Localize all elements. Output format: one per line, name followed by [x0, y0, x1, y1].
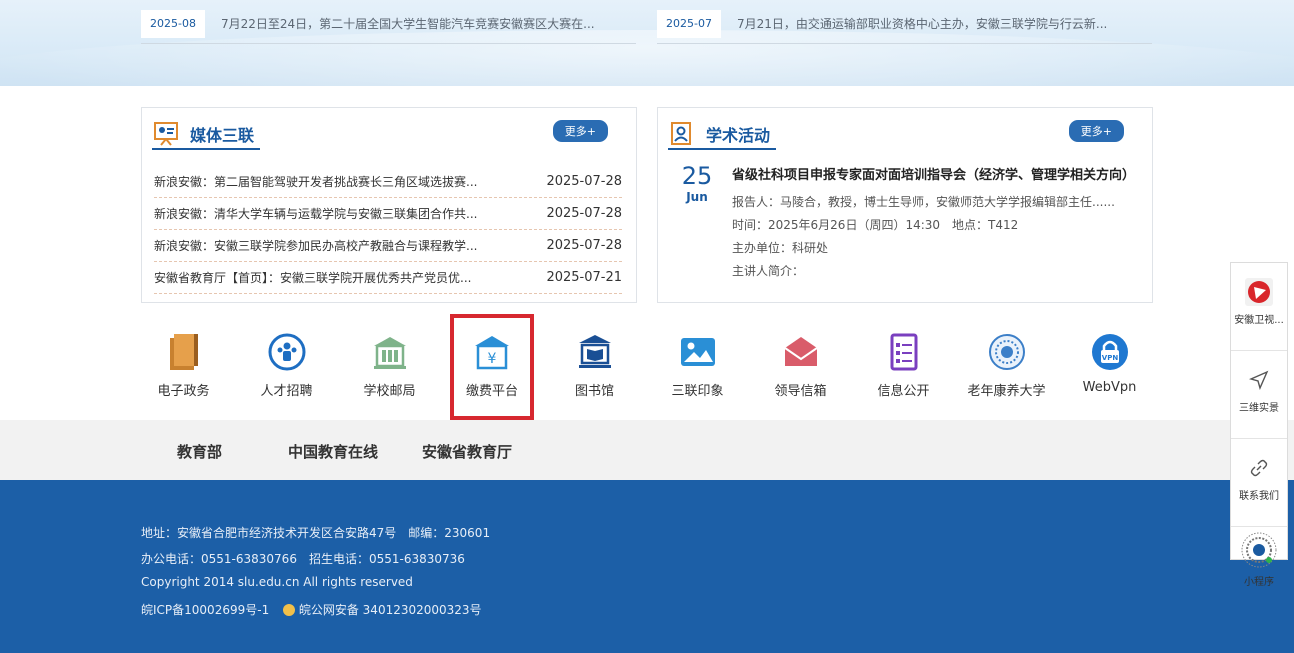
quick-link-webvpn[interactable]: VPN WebVpn: [1058, 322, 1161, 418]
quick-link-recruit[interactable]: 人才招聘: [235, 322, 338, 418]
quick-link-label: 缴费平台: [465, 384, 518, 399]
list-item[interactable]: 新浪安徽：清华大学车辆与运载学院与安徽三联集团合作共... 2025-07-28: [154, 198, 622, 230]
float-item-label: 小程序: [1244, 577, 1274, 588]
event-line: 时间：2025年6月26日（周四）14:30 地点：T412: [732, 218, 1019, 232]
news-date: 2025-07: [657, 9, 721, 38]
event-line: 主办单位：科研处: [732, 241, 829, 255]
news-item[interactable]: 2025-07 7月21日，由交通运输部职业资格中心主办，安徽三联学院与行云新.…: [657, 4, 1152, 44]
float-item-3d-view[interactable]: 三维实景: [1231, 365, 1287, 439]
quick-link-label: 信息公开: [877, 384, 930, 399]
float-item-contact[interactable]: 联系我们: [1231, 453, 1287, 527]
list-item-title[interactable]: 新浪安徽：清华大学车辆与运载学院与安徽三联集团合作共...: [154, 205, 477, 222]
quick-link-label: 图书馆: [574, 384, 614, 399]
svg-text:¥: ¥: [488, 351, 497, 367]
academic-more-button[interactable]: 更多+: [1068, 120, 1124, 142]
list-item[interactable]: 新浪安徽：第二届智能驾驶开发者挑战赛长三角区域选拔赛... 2025-07-28: [154, 166, 622, 198]
news-title[interactable]: 7月21日，由交通运输部职业资格中心主办，安徽三联学院与行云新...: [737, 15, 1107, 32]
event-month: Jun: [686, 190, 708, 204]
event-date: 25 Jun: [672, 162, 722, 204]
tv-logo-icon: [1244, 277, 1274, 307]
quick-link-label: 学校邮局: [363, 384, 416, 399]
media-more-button[interactable]: 更多+: [552, 120, 608, 142]
picture-icon: [676, 330, 720, 374]
navigation-icon: [1244, 365, 1274, 395]
footer-copyright: Copyright 2014 slu.edu.cn All rights res…: [141, 575, 413, 589]
float-item-tv[interactable]: 安徽卫视...: [1231, 277, 1287, 351]
footer-registration: 皖ICP备10002699号-1 皖公网安备 34012302000323号: [141, 601, 482, 618]
friend-link[interactable]: 教育部: [177, 441, 222, 462]
envelope-icon: [779, 330, 823, 374]
quick-link-mail[interactable]: 学校邮局: [338, 322, 441, 418]
event-details: 省级社科项目申报专家面对面培训指导会（经济学、管理学相关方向） 报告人：马陵合，…: [732, 164, 1135, 283]
quick-link-senior-university[interactable]: 老年康养大学: [955, 322, 1058, 418]
quick-links: 电子政务 人才招聘 学校邮局 ¥ 缴费平台 图书馆 三联印象 领导信箱 信息公开…: [132, 314, 1172, 420]
friend-link[interactable]: 安徽省教育厅: [422, 441, 512, 462]
list-item-date: 2025-07-28: [546, 174, 622, 189]
academic-panel-header: 学术活动 更多+: [668, 118, 1142, 150]
right-float-bar: 安徽卫视... 三维实景 联系我们 小程序: [1230, 262, 1288, 588]
vpn-icon: VPN: [1088, 330, 1132, 374]
quick-link-label: 领导信箱: [774, 384, 827, 399]
media-panel-header: 媒体三联 更多+: [152, 118, 626, 150]
float-item-label: 联系我们: [1239, 491, 1279, 502]
event-line: 报告人：马陵合，教授，博士生导师，安徽师范大学学报编辑部主任......: [732, 195, 1115, 209]
footer-icp[interactable]: 皖ICP备10002699号-1: [141, 603, 269, 617]
quick-link-label: 老年康养大学: [967, 384, 1046, 399]
media-panel-title: 媒体三联: [190, 126, 255, 145]
quick-link-label: 电子政务: [157, 384, 210, 399]
float-item-label: 安徽卫视...: [1234, 315, 1284, 326]
news-title[interactable]: 7月22日至24日，第二十届全国大学生智能汽车竞赛安徽赛区大赛在...: [221, 15, 595, 32]
news-band: 2025-08 7月22日至24日，第二十届全国大学生智能汽车竞赛安徽赛区大赛在…: [0, 0, 1294, 86]
event-headline[interactable]: 省级社科项目申报专家面对面培训指导会（经济学、管理学相关方向）: [732, 164, 1135, 183]
people-icon: [265, 330, 309, 374]
news-item[interactable]: 2025-08 7月22日至24日，第二十届全国大学生智能汽车竞赛安徽赛区大赛在…: [141, 4, 636, 44]
list-item-title[interactable]: 安徽省教育厅【首页】：安徽三联学院开展优秀共产党员优...: [154, 269, 471, 286]
footer-phone: 办公电话：0551-63830766 招生电话：0551-63830736: [141, 552, 465, 566]
footer-police[interactable]: 皖公网安备 34012302000323号: [299, 603, 482, 617]
person-badge-icon: [668, 120, 696, 146]
quick-link-payment[interactable]: ¥ 缴费平台: [450, 314, 534, 420]
presentation-icon: [152, 120, 180, 146]
books-icon: [162, 330, 206, 374]
emblem-icon: [985, 330, 1029, 374]
list-item-date: 2025-07-21: [546, 270, 622, 285]
title-underline: [668, 148, 776, 150]
document-icon: [882, 330, 926, 374]
list-item-date: 2025-07-28: [546, 238, 622, 253]
quick-link-e-gov[interactable]: 电子政务: [132, 322, 235, 418]
event-day: 25: [681, 162, 713, 190]
list-item[interactable]: 新浪安徽：安徽三联学院参加民办高校产教融合与课程教学... 2025-07-28: [154, 230, 622, 262]
quick-link-mailbox[interactable]: 领导信箱: [749, 322, 852, 418]
link-icon: [1244, 453, 1274, 483]
payment-icon: ¥: [470, 330, 514, 374]
quick-link-info[interactable]: 信息公开: [852, 322, 955, 418]
list-item-date: 2025-07-28: [546, 206, 622, 221]
footer: 地址：安徽省合肥市经济技术开发区合安路47号 邮编：230601 办公电话：05…: [0, 480, 1294, 653]
police-badge-icon: [283, 604, 296, 616]
building-icon: [368, 330, 412, 374]
quick-link-library[interactable]: 图书馆: [543, 322, 646, 418]
library-icon: [573, 330, 617, 374]
quick-link-label: 人才招聘: [260, 384, 313, 399]
media-panel: 媒体三联 更多+ 新浪安徽：第二届智能驾驶开发者挑战赛长三角区域选拔赛... 2…: [141, 107, 637, 303]
title-underline: [152, 148, 260, 150]
event-line: 主讲人简介：: [732, 264, 805, 278]
friend-link[interactable]: 中国教育在线: [288, 441, 378, 462]
academic-panel-title: 学术活动: [706, 126, 771, 145]
footer-address: 地址：安徽省合肥市经济技术开发区合安路47号 邮编：230601: [141, 526, 491, 540]
academic-panel: 学术活动 更多+ 25 Jun 省级社科项目申报专家面对面培训指导会（经济学、管…: [657, 107, 1153, 303]
quick-link-label: WebVpn: [1082, 380, 1137, 395]
quick-link-label: 三联印象: [671, 384, 724, 399]
media-list: 新浪安徽：第二届智能驾驶开发者挑战赛长三角区域选拔赛... 2025-07-28…: [154, 166, 622, 294]
svg-text:VPN: VPN: [1101, 354, 1118, 362]
list-item-title[interactable]: 新浪安徽：第二届智能驾驶开发者挑战赛长三角区域选拔赛...: [154, 173, 477, 190]
quick-link-impression[interactable]: 三联印象: [646, 322, 749, 418]
float-item-miniprogram[interactable]: 小程序: [1231, 531, 1287, 605]
list-item[interactable]: 安徽省教育厅【首页】：安徽三联学院开展优秀共产党员优... 2025-07-21: [154, 262, 622, 294]
list-item-title[interactable]: 新浪安徽：安徽三联学院参加民办高校产教融合与课程教学...: [154, 237, 477, 254]
friend-links-bar: 教育部 中国教育在线 安徽省教育厅: [0, 420, 1294, 480]
news-date: 2025-08: [141, 9, 205, 38]
float-item-label: 三维实景: [1239, 403, 1279, 414]
qr-code-icon: [1240, 531, 1278, 569]
